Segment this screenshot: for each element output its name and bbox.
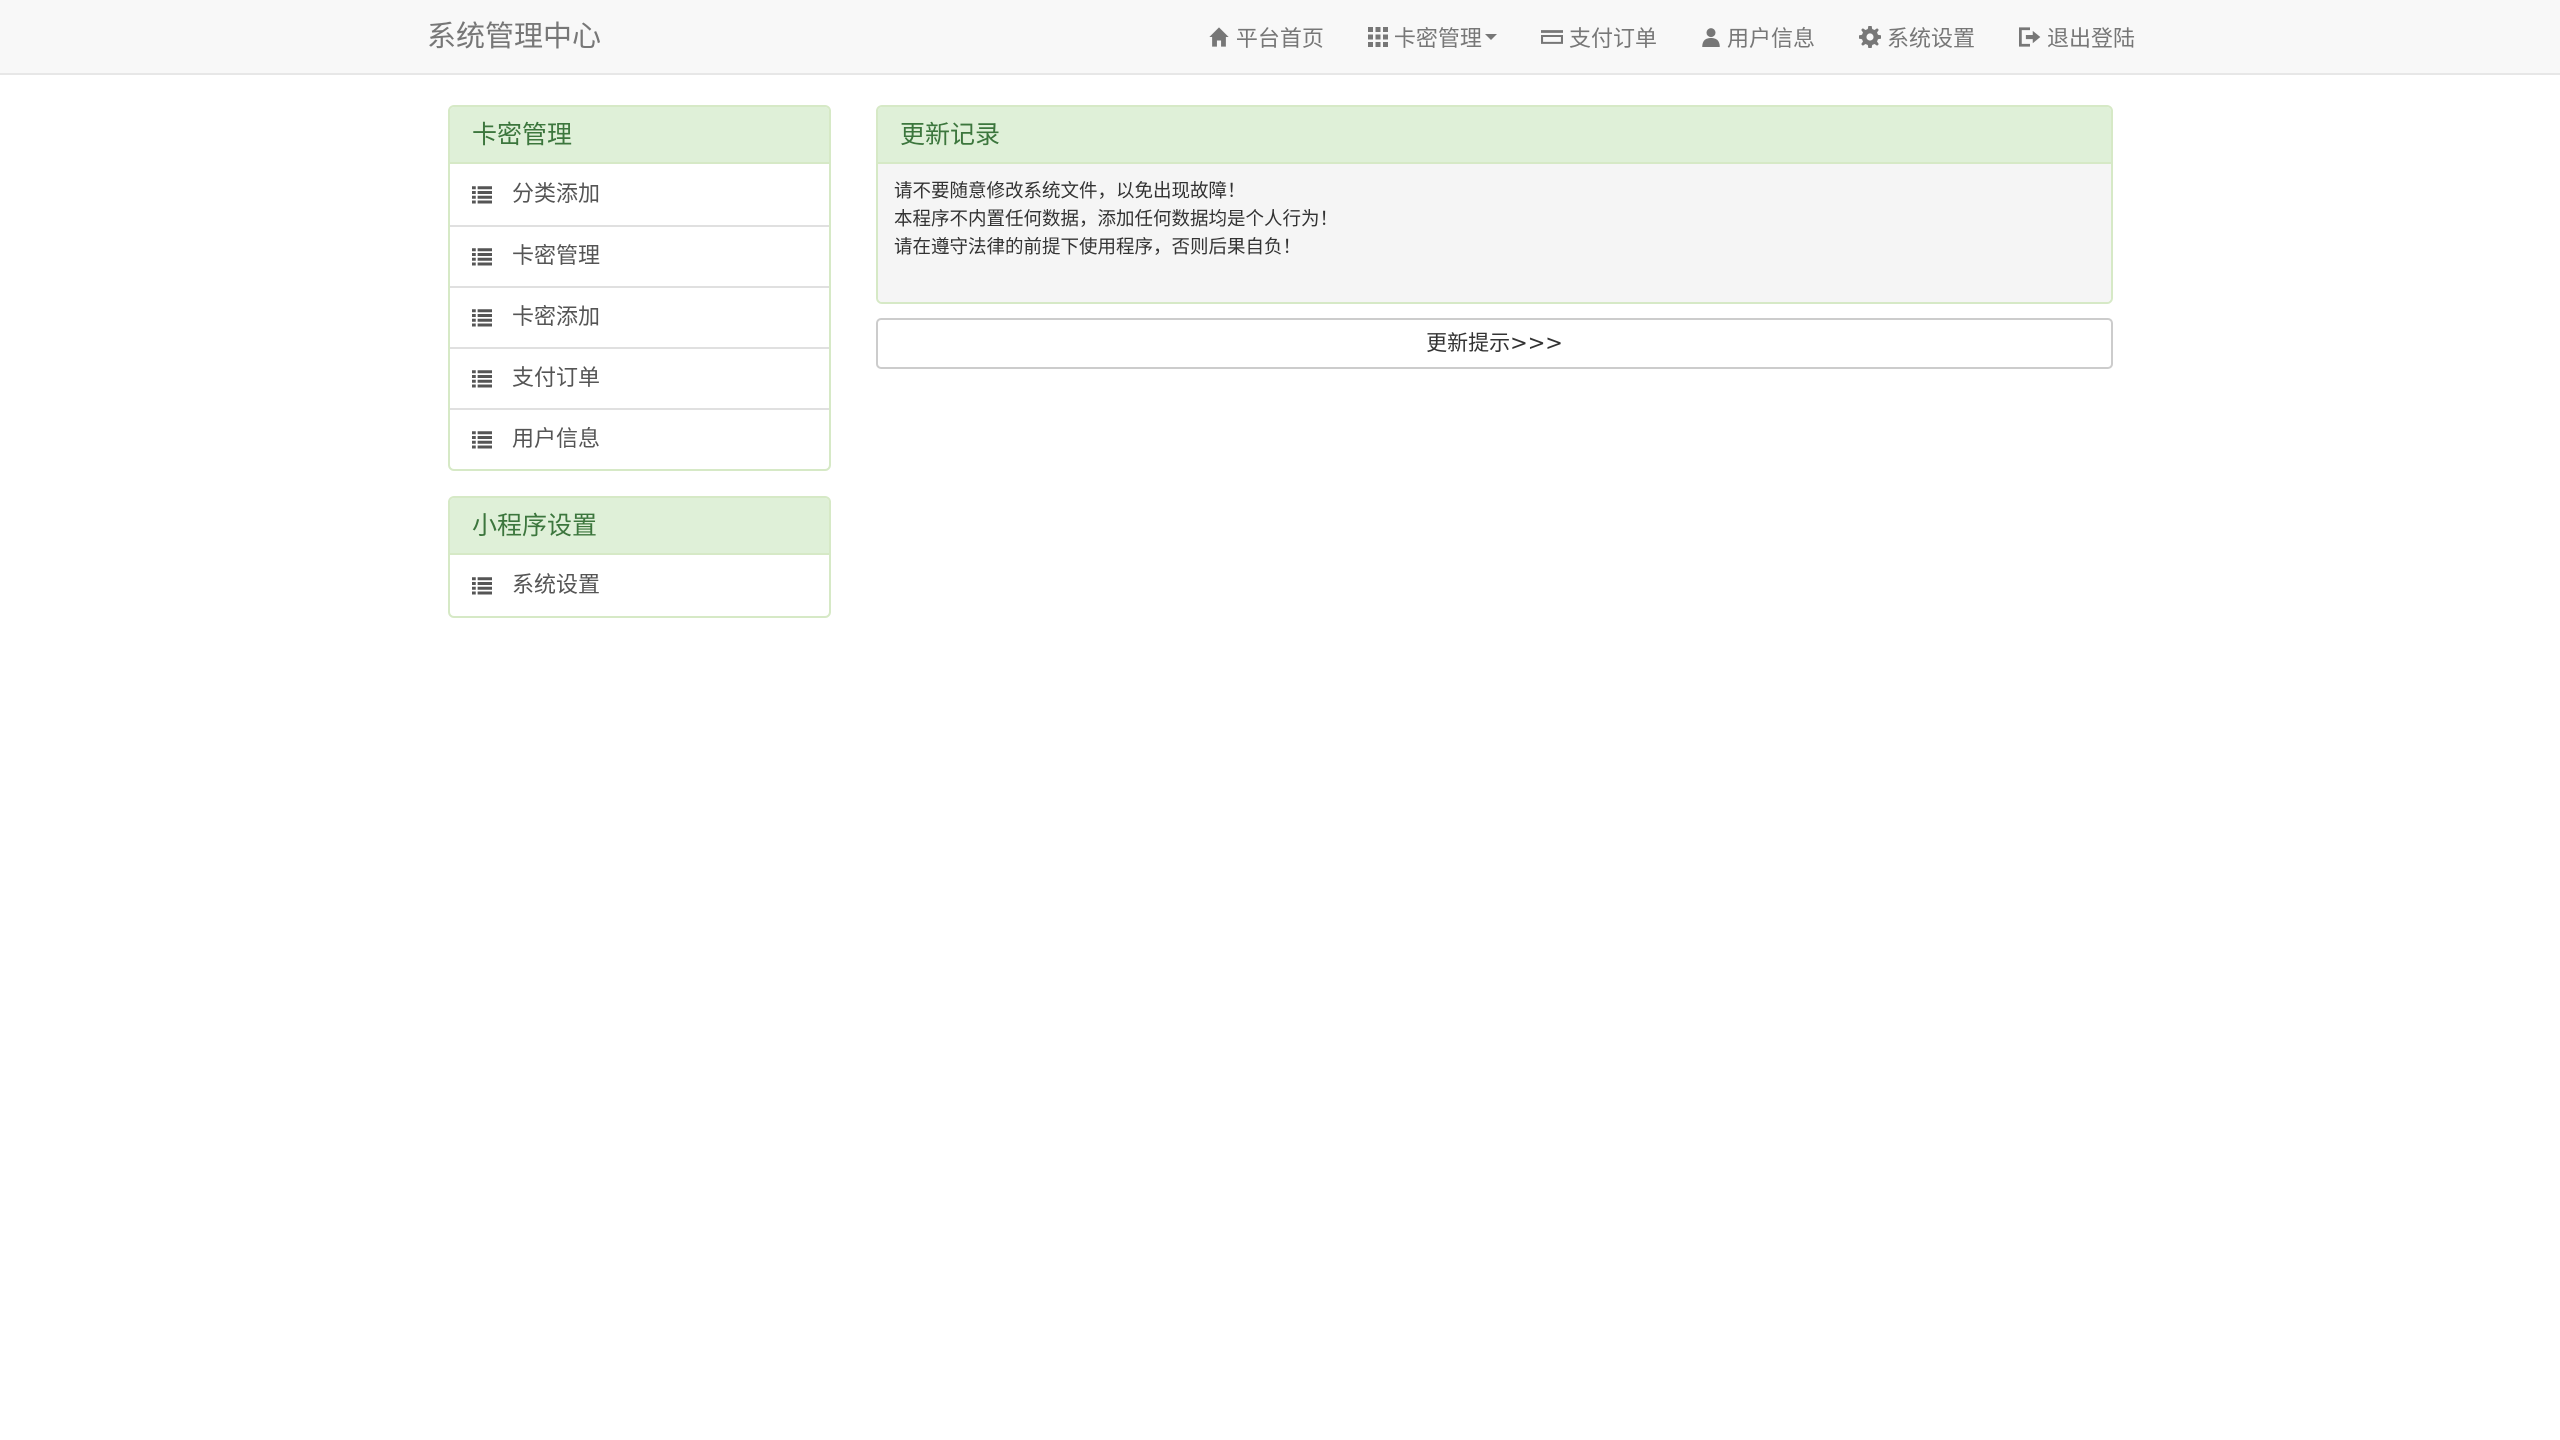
- caret-down-icon: [1484, 33, 1497, 40]
- mini-program-settings-panel: 小程序设置 系统设置: [448, 496, 831, 618]
- notice-line: 请在遵守法律的前提下使用程序，否则后果自负！: [894, 237, 1302, 258]
- credit-card-icon: [1540, 29, 1563, 44]
- card-management-menu: 分类添加 卡密管理 卡密添加 支付订单 用户信息: [450, 164, 829, 469]
- nav-item-label: 退出登陆: [2046, 26, 2135, 52]
- sidebar-item-user-info[interactable]: 用户信息: [450, 408, 829, 469]
- update-prompt-button[interactable]: 更新提示>>>: [876, 318, 2113, 369]
- sidebar-item-card-management[interactable]: 卡密管理: [450, 225, 829, 286]
- list-icon: [472, 185, 492, 203]
- home-icon: [1209, 26, 1229, 47]
- list-icon: [472, 576, 492, 594]
- user-icon: [1702, 27, 1720, 47]
- brand-title[interactable]: 系统管理中心: [427, 0, 601, 73]
- nav-item-logout[interactable]: 退出登陆: [2018, 0, 2135, 73]
- th-grid-icon: [1367, 26, 1388, 47]
- list-icon: [472, 247, 492, 265]
- log-out-icon: [2018, 26, 2041, 47]
- panel-title: 更新记录: [878, 107, 2111, 164]
- nav-item-payment-orders[interactable]: 支付订单: [1540, 0, 1657, 73]
- mini-program-menu: 系统设置: [450, 555, 829, 616]
- card-management-panel: 卡密管理 分类添加 卡密管理 卡密添加 支付订单 用户信息: [448, 105, 831, 471]
- sidebar-item-add-category[interactable]: 分类添加: [450, 164, 829, 225]
- notice-line: 请不要随意修改系统文件，以免出现故障！: [894, 181, 1246, 202]
- nav-item-system-settings[interactable]: 系统设置: [1858, 0, 1975, 73]
- top-navbar: 系统管理中心 平台首页 卡密管理 支付订单 用户信息 系统设置 退出登陆: [0, 0, 2560, 75]
- nav-item-label: 系统设置: [1886, 26, 1975, 52]
- list-icon: [472, 430, 492, 448]
- sidebar-item-label: 系统设置: [512, 572, 601, 598]
- nav-item-label: 卡密管理: [1393, 26, 1482, 52]
- nav-item-user-info[interactable]: 用户信息: [1701, 0, 1815, 73]
- main-nav: 平台首页 卡密管理 支付订单 用户信息 系统设置 退出登陆: [1164, 0, 2135, 73]
- update-log-body: 请不要随意修改系统文件，以免出现故障！ 本程序不内置任何数据，添加任何数据均是个…: [878, 164, 2111, 302]
- sidebar-item-add-card[interactable]: 卡密添加: [450, 286, 829, 347]
- nav-item-card-management[interactable]: 卡密管理: [1367, 0, 1497, 73]
- sidebar-item-label: 用户信息: [512, 426, 601, 452]
- list-icon: [472, 308, 492, 326]
- sidebar-item-system-settings[interactable]: 系统设置: [450, 555, 829, 616]
- sidebar-item-label: 卡密添加: [512, 304, 601, 330]
- notice-line: 本程序不内置任何数据，添加任何数据均是个人行为！: [894, 209, 1339, 230]
- nav-item-label: 支付订单: [1568, 26, 1657, 52]
- sidebar-item-label: 卡密管理: [512, 243, 601, 269]
- sidebar-item-label: 分类添加: [512, 181, 601, 207]
- nav-item-home[interactable]: 平台首页: [1208, 0, 1324, 73]
- panel-title: 卡密管理: [450, 107, 829, 164]
- sidebar-item-label: 支付订单: [512, 365, 601, 391]
- gear-icon: [1858, 25, 1881, 48]
- update-log-panel: 更新记录 请不要随意修改系统文件，以免出现故障！ 本程序不内置任何数据，添加任何…: [876, 105, 2113, 304]
- nav-item-label: 用户信息: [1726, 26, 1815, 52]
- nav-item-label: 平台首页: [1235, 26, 1324, 52]
- panel-title: 小程序设置: [450, 498, 829, 555]
- sidebar-item-payment-orders[interactable]: 支付订单: [450, 347, 829, 408]
- list-icon: [472, 369, 492, 387]
